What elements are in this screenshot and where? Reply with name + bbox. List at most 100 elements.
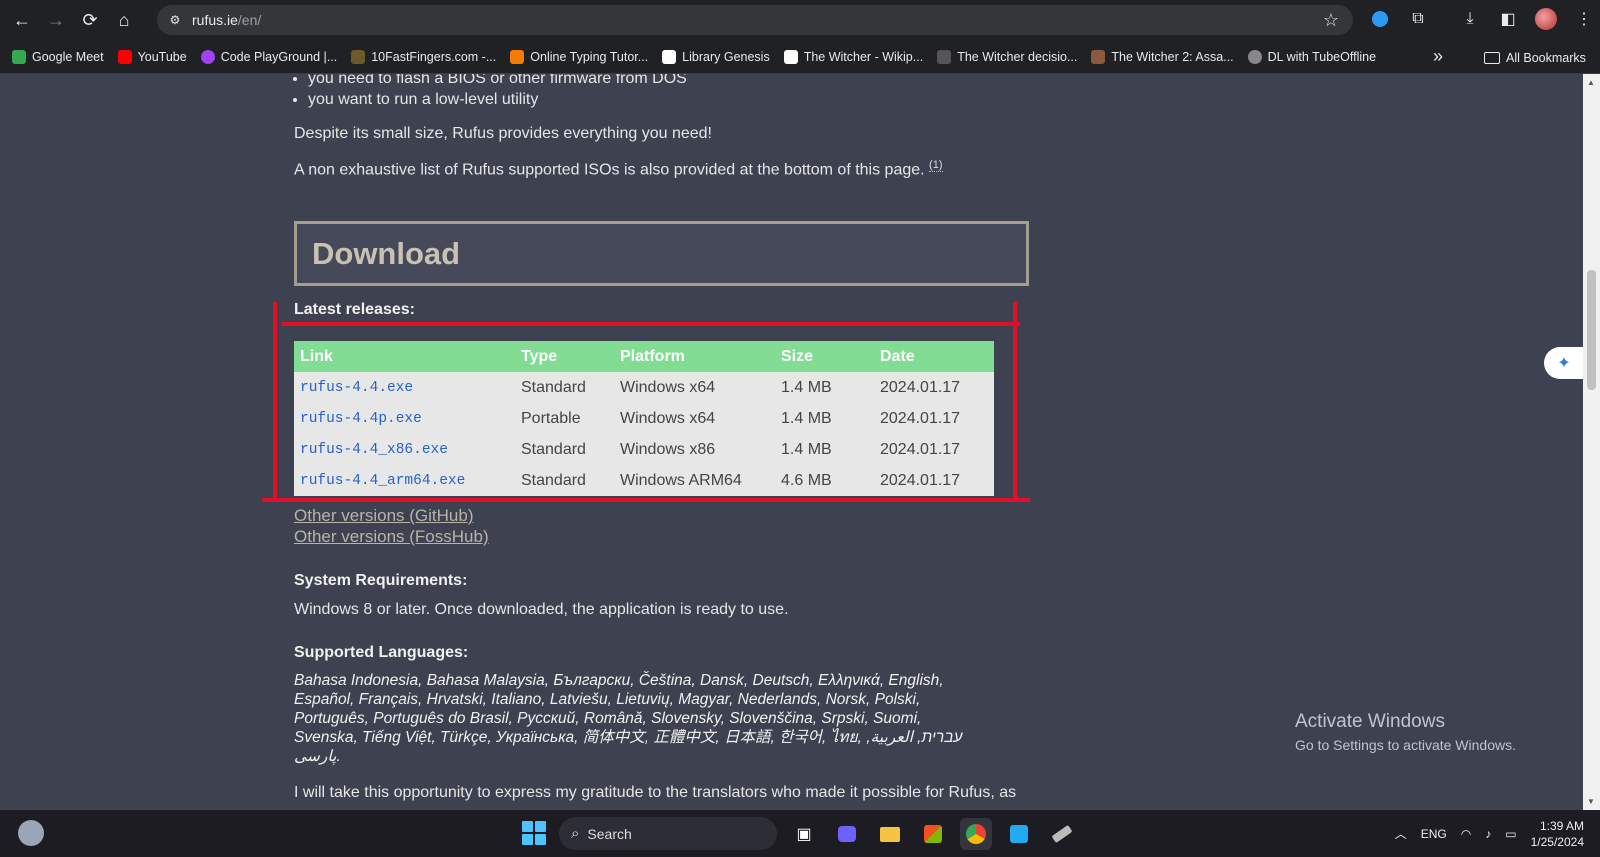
- chrome-icon[interactable]: [960, 818, 992, 850]
- search-icon: ⌕: [571, 825, 580, 842]
- cell-date: 2024.01.17: [874, 434, 994, 465]
- clock[interactable]: 1:39 AM 1/25/2024: [1531, 818, 1584, 850]
- column-header: Type: [515, 341, 614, 372]
- teams-chat-icon[interactable]: [831, 818, 863, 850]
- bullet-list: you need to flash a BIOS or other firmwa…: [308, 74, 687, 110]
- site-info-icon[interactable]: ⚙: [164, 9, 186, 31]
- tray-chevron-icon[interactable]: ︿: [1395, 825, 1407, 842]
- side-panel-icon[interactable]: ◧: [1494, 4, 1522, 34]
- watermark-title: Activate Windows: [1295, 711, 1445, 732]
- typing-tutor-icon: [510, 49, 525, 64]
- system-tray: ︿ ENG ◠ ♪ ▭ 1:39 AM 1/25/2024: [1395, 810, 1584, 857]
- bookmark-tubeoffline[interactable]: DL with TubeOffline: [1241, 44, 1383, 70]
- other-versions-fosshub-link[interactable]: Other versions (FossHub): [294, 527, 489, 547]
- column-header: Date: [874, 341, 994, 372]
- extensions-puzzle-icon[interactable]: ⧉: [1404, 4, 1432, 34]
- extension-edge-icon[interactable]: [1366, 4, 1394, 34]
- language-indicator[interactable]: ENG: [1421, 827, 1447, 841]
- scroll-down-icon[interactable]: ▼: [1587, 797, 1595, 806]
- bookmark-typing-tutor[interactable]: Online Typing Tutor...: [503, 44, 655, 70]
- witcher-2-icon: [1091, 49, 1106, 64]
- address-bar[interactable]: ⚙ rufus.ie/en/ ☆: [157, 5, 1353, 35]
- paragraph-iso-list: A non exhaustive list of Rufus supported…: [294, 159, 943, 179]
- profile-avatar[interactable]: [1532, 4, 1560, 34]
- column-header: Platform: [614, 341, 775, 372]
- cell-platform: Windows x64: [614, 372, 775, 403]
- translator-thanks-text: I will take this opportunity to express …: [294, 784, 1017, 801]
- bookmark-witcher-decisions[interactable]: The Witcher decisio...: [930, 44, 1084, 70]
- bookmark-code-playground[interactable]: Code PlayGround |...: [194, 44, 345, 70]
- all-bookmarks-button[interactable]: All Bookmarks: [1484, 45, 1586, 71]
- bookmark-10fastfingers[interactable]: 10FastFingers.com -...: [344, 44, 503, 70]
- annotation-line: [273, 302, 277, 500]
- extension-floating-icon[interactable]: ✦: [1544, 347, 1584, 379]
- download-link[interactable]: rufus-4.4p.exe: [294, 403, 515, 434]
- reload-icon[interactable]: ⟳: [73, 3, 107, 37]
- cell-platform: Windows ARM64: [614, 465, 775, 496]
- cell-date: 2024.01.17: [874, 403, 994, 434]
- cell-date: 2024.01.17: [874, 372, 994, 403]
- system-requirements-heading: System Requirements:: [294, 572, 468, 589]
- witcher-decisions-icon: [937, 49, 952, 64]
- wikipedia-icon: [783, 49, 798, 64]
- home-icon[interactable]: ⌂: [107, 3, 141, 37]
- cell-date: 2024.01.17: [874, 465, 994, 496]
- menu-kebab-icon[interactable]: ⋮: [1570, 4, 1598, 34]
- cell-size: 4.6 MB: [775, 465, 874, 496]
- globe-icon: [1247, 49, 1262, 64]
- annotation-line: [1013, 302, 1017, 500]
- download-link[interactable]: rufus-4.4_arm64.exe: [294, 465, 515, 496]
- library-genesis-icon: [662, 49, 677, 64]
- weather-widget-icon[interactable]: [18, 820, 44, 846]
- back-icon[interactable]: ←: [5, 3, 39, 37]
- scroll-up-icon[interactable]: ▲: [1587, 78, 1595, 87]
- volume-icon[interactable]: ♪: [1485, 827, 1491, 841]
- cell-type: Standard: [515, 465, 614, 496]
- bookmark-youtube[interactable]: YouTube: [111, 44, 194, 70]
- paragraph-size: Despite its small size, Rufus provides e…: [294, 125, 712, 142]
- cell-size: 1.4 MB: [775, 434, 874, 465]
- download-link[interactable]: rufus-4.4.exe: [294, 372, 515, 403]
- vscode-icon[interactable]: [1003, 818, 1035, 850]
- folder-icon: [1484, 52, 1500, 64]
- bookmark-library-genesis[interactable]: Library Genesis: [655, 44, 777, 70]
- footnote-link[interactable]: (1): [929, 159, 943, 172]
- other-versions-github-link[interactable]: Other versions (GitHub): [294, 506, 474, 526]
- task-view-icon[interactable]: ▣: [788, 818, 820, 850]
- download-heading: Download: [312, 236, 461, 271]
- url-text[interactable]: rufus.ie/en/: [192, 12, 261, 28]
- bookmark-google-meet[interactable]: Google Meet: [5, 44, 111, 70]
- page-content: you need to flash a BIOS or other firmwa…: [0, 74, 1583, 810]
- battery-icon[interactable]: ▭: [1505, 827, 1516, 841]
- taskbar-search-box[interactable]: ⌕ Search: [559, 817, 777, 850]
- youtube-icon: [117, 49, 132, 64]
- microsoft-store-icon[interactable]: [917, 818, 949, 850]
- file-explorer-icon[interactable]: [874, 818, 906, 850]
- clock-date: 1/25/2024: [1530, 834, 1584, 849]
- download-link[interactable]: rufus-4.4_x86.exe: [294, 434, 515, 465]
- screen: ← → ⟳ ⌂ ⚙ rufus.ie/en/ ☆ ⧉ ⤓ ◧ ⋮ Google …: [0, 0, 1600, 857]
- page-scrollbar[interactable]: ▲ ▼: [1583, 74, 1600, 810]
- bookmark-witcher-wiki[interactable]: The Witcher - Wikip...: [777, 44, 930, 70]
- watermark-subtitle: Go to Settings to activate Windows.: [1295, 737, 1516, 753]
- bookmark-star-icon[interactable]: ☆: [1323, 10, 1339, 31]
- bookmark-witcher-2[interactable]: The Witcher 2: Assa...: [1084, 44, 1240, 70]
- table-row: rufus-4.4.exe Standard Windows x64 1.4 M…: [294, 372, 994, 403]
- wifi-icon[interactable]: ◠: [1461, 827, 1471, 841]
- more-bookmarks-chevron-icon[interactable]: »: [1433, 46, 1443, 67]
- cell-type: Portable: [515, 403, 614, 434]
- list-item: you need to flash a BIOS or other firmwa…: [308, 74, 687, 89]
- usb-drive-icon[interactable]: [1046, 818, 1078, 850]
- clock-time: 1:39 AM: [1539, 818, 1584, 833]
- download-icon[interactable]: ⤓: [1456, 4, 1484, 34]
- table-row: rufus-4.4_x86.exe Standard Windows x86 1…: [294, 434, 994, 465]
- forward-icon[interactable]: →: [39, 3, 73, 37]
- start-button[interactable]: [522, 821, 546, 845]
- cell-platform: Windows x64: [614, 403, 775, 434]
- download-section-header: Download: [294, 221, 1029, 286]
- releases-table: Link Type Platform Size Date rufus-4.4.e…: [294, 341, 994, 496]
- windows-taskbar: ⌕ Search ▣ ︿ ENG ◠ ♪ ▭ 1:39 AM 1/25/2024: [0, 810, 1600, 857]
- scrollbar-thumb[interactable]: [1587, 270, 1596, 390]
- 10fastfingers-icon: [351, 49, 366, 64]
- supported-languages-text: Bahasa Indonesia, Bahasa Malaysia, Бълга…: [294, 672, 963, 765]
